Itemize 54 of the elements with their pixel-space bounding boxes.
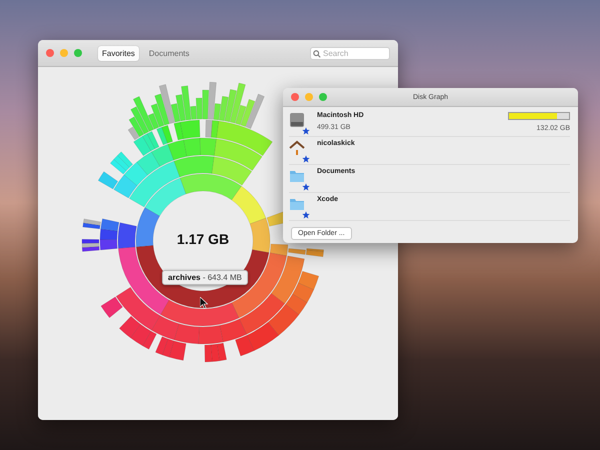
sunburst-segment[interactable] [118, 246, 170, 315]
sunburst-segment[interactable] [168, 340, 186, 361]
sunburst-segment[interactable] [100, 239, 118, 250]
sunburst-segment[interactable] [116, 287, 160, 330]
sunburst-segment[interactable] [250, 218, 270, 253]
sunburst-segment[interactable] [271, 256, 305, 304]
sunburst-segment[interactable] [246, 322, 279, 351]
folder-icon [289, 169, 305, 183]
tab[interactable]: Documents [144, 46, 194, 60]
usage-bar [508, 112, 570, 120]
sunburst-segment[interactable] [239, 293, 285, 335]
sunburst-segment[interactable] [82, 239, 100, 244]
sunburst-segment[interactable] [119, 316, 141, 338]
close-button[interactable] [46, 49, 54, 57]
sunburst-segment[interactable] [130, 324, 152, 346]
minimize-button[interactable] [60, 49, 68, 57]
sunburst-segment[interactable] [162, 338, 174, 358]
sunburst-segment[interactable] [142, 330, 157, 350]
sunburst-segment[interactable] [268, 304, 300, 336]
sunburst-segment[interactable] [204, 344, 212, 362]
sunburst-segment[interactable] [306, 250, 324, 257]
sunburst-segment[interactable] [232, 252, 287, 318]
minimize-button[interactable] [305, 93, 313, 101]
sunburst-segment[interactable] [216, 342, 227, 362]
sunburst-segment[interactable] [82, 246, 100, 252]
sunburst-segment[interactable] [160, 300, 240, 326]
total-size-label: 1.17 GB [176, 231, 230, 247]
sunburst-segment[interactable] [83, 218, 101, 226]
search-field[interactable]: Search [310, 46, 390, 60]
sunburst-segment[interactable] [136, 245, 270, 308]
sunburst-segment[interactable] [174, 323, 200, 344]
zoom-button[interactable] [319, 93, 327, 101]
tab[interactable]: Favorites [98, 46, 139, 60]
sunburst-segment[interactable] [220, 318, 247, 342]
hard-drive-icon [289, 112, 305, 128]
sunburst-segment[interactable] [100, 296, 123, 318]
sunburst-segment[interactable] [151, 315, 180, 340]
sunburst-segment[interactable] [100, 218, 120, 232]
sunburst-segment[interactable] [198, 325, 224, 344]
sunburst-segment[interactable] [82, 222, 100, 230]
tooltip: archives - 643.4 MB [162, 270, 248, 285]
sunburst-segment[interactable] [136, 207, 160, 248]
sunburst-segment[interactable] [292, 282, 314, 303]
cursor-icon [200, 297, 208, 309]
folder-icon [289, 197, 305, 211]
sunburst-segment[interactable] [235, 335, 254, 356]
sunburst-segment[interactable] [155, 336, 168, 356]
house-icon [289, 140, 305, 156]
zoom-button[interactable] [74, 49, 82, 57]
close-button[interactable] [291, 93, 299, 101]
sunburst-segment[interactable] [210, 344, 220, 362]
sunburst-segment[interactable] [118, 222, 137, 249]
sunburst-segment[interactable] [285, 294, 308, 315]
sunburst-segment[interactable] [82, 242, 100, 248]
